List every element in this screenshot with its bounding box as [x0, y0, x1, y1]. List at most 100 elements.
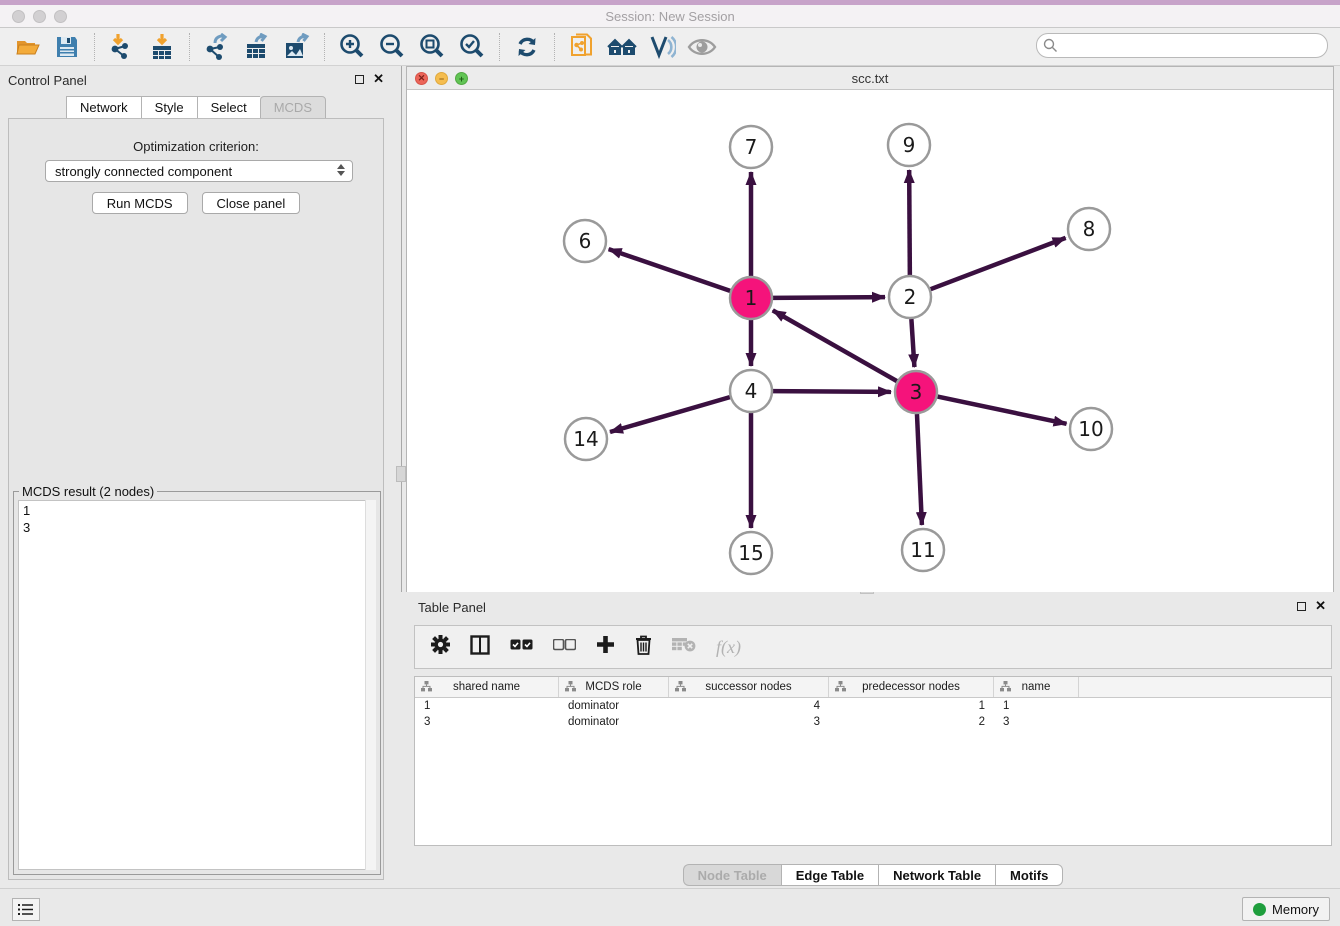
close-panel-button[interactable]: Close panel	[202, 192, 301, 214]
table-row[interactable]: 3dominator323	[415, 714, 1331, 730]
search-field-wrapper	[1036, 33, 1328, 58]
node-table: shared name MCDS role successor nodes prede…	[414, 676, 1332, 846]
window-titlebar: Session: New Session	[0, 5, 1340, 28]
export-image-icon[interactable]	[282, 32, 312, 62]
memory-button[interactable]: Memory	[1242, 897, 1330, 921]
float-table-panel-icon[interactable]	[1297, 602, 1306, 611]
cell-name[interactable]: 1	[994, 700, 1079, 712]
graph-node-label-8: 8	[1083, 217, 1096, 241]
zoom-selected-icon[interactable]	[457, 32, 487, 62]
graph-node-label-3: 3	[910, 380, 923, 404]
vertical-splitter-grip[interactable]	[396, 466, 406, 482]
show-graphics-details-eye-icon[interactable]	[687, 32, 717, 62]
tab-select[interactable]: Select	[197, 96, 260, 119]
column-label: MCDS role	[585, 681, 641, 693]
mcds-result-textarea[interactable]: 1 3	[18, 500, 376, 870]
graph-edge-3-10[interactable]	[938, 397, 1067, 424]
tab-motifs[interactable]: Motifs	[995, 864, 1063, 886]
close-panel-icon[interactable]: ✕	[373, 74, 384, 84]
table-row[interactable]: 1dominator411	[415, 698, 1331, 714]
column-label: name	[1022, 681, 1051, 693]
show-column-selector-icon[interactable]	[470, 635, 490, 660]
table-panel-title: Table Panel	[418, 600, 486, 615]
tab-node-table[interactable]: Node Table	[683, 864, 781, 886]
zoom-in-icon[interactable]	[337, 32, 367, 62]
column-label: predecessor nodes	[862, 681, 960, 693]
create-column-plus-icon[interactable]	[596, 635, 615, 659]
optimization-criterion-value: strongly connected component	[55, 164, 232, 179]
delete-column-trash-icon[interactable]	[635, 635, 652, 660]
export-network-icon[interactable]	[202, 32, 232, 62]
graph-node-label-1: 1	[745, 286, 758, 310]
graph-edge-2-9[interactable]	[909, 170, 910, 275]
graph-edge-3-11[interactable]	[917, 414, 922, 525]
cell-predecessor-nodes[interactable]: 1	[829, 700, 994, 712]
cell-shared-name[interactable]: 3	[415, 716, 559, 728]
refresh-layout-icon[interactable]	[512, 32, 542, 62]
export-table-icon[interactable]	[242, 32, 272, 62]
import-table-icon[interactable]	[147, 32, 177, 62]
table-header-row: shared name MCDS role successor nodes prede…	[415, 677, 1331, 698]
task-history-button[interactable]	[12, 898, 40, 921]
graph-edge-4-14[interactable]	[610, 397, 730, 432]
column-header-shared-name[interactable]: shared name	[415, 677, 559, 697]
graph-edge-2-8[interactable]	[931, 238, 1066, 289]
cell-successor-nodes[interactable]: 3	[669, 716, 829, 728]
graph-node-label-11: 11	[910, 538, 935, 562]
network-canvas-svg[interactable]: 7968124314101511	[407, 90, 1333, 592]
tab-mcds[interactable]: MCDS	[260, 96, 326, 119]
cell-mcds-role[interactable]: dominator	[559, 716, 669, 728]
graph-edge-2-3[interactable]	[911, 319, 914, 367]
hide-graphics-details-icon[interactable]	[647, 32, 677, 62]
status-bar: Memory	[0, 888, 1340, 926]
network-window-titlebar[interactable]: ✕ − + scc.txt	[407, 67, 1333, 90]
tab-network-table[interactable]: Network Table	[878, 864, 995, 886]
graph-edge-1-6[interactable]	[609, 249, 731, 291]
cell-successor-nodes[interactable]: 4	[669, 700, 829, 712]
run-mcds-button[interactable]: Run MCDS	[92, 192, 188, 214]
cell-predecessor-nodes[interactable]: 2	[829, 716, 994, 728]
clone-network-icon[interactable]	[567, 32, 597, 62]
network-view-window: ✕ − + scc.txt 7968124314101511	[406, 66, 1334, 592]
tab-edge-table[interactable]: Edge Table	[781, 864, 878, 886]
result-scrollbar[interactable]	[365, 500, 376, 870]
save-session-icon[interactable]	[52, 32, 82, 62]
application-window: Session: New Session	[0, 0, 1340, 926]
cell-name[interactable]: 3	[994, 716, 1079, 728]
import-network-icon[interactable]	[107, 32, 137, 62]
zoom-fit-icon[interactable]	[417, 32, 447, 62]
hierarchy-icon	[565, 681, 576, 695]
control-panel-tabs: NetworkStyleSelectMCDS	[0, 96, 392, 119]
tab-network[interactable]: Network	[66, 96, 141, 119]
network-window-title: scc.txt	[407, 71, 1333, 86]
graph-edge-1-2[interactable]	[773, 297, 885, 298]
column-label: successor nodes	[705, 681, 791, 693]
search-input[interactable]	[1036, 33, 1328, 58]
column-header-filler	[1079, 677, 1331, 697]
float-panel-icon[interactable]	[355, 75, 364, 84]
cell-mcds-role[interactable]: dominator	[559, 700, 669, 712]
select-all-columns-icon[interactable]	[510, 638, 533, 656]
deselect-all-columns-icon[interactable]	[553, 638, 576, 656]
graph-edge-3-1[interactable]	[773, 310, 897, 381]
close-table-panel-icon[interactable]: ✕	[1315, 601, 1326, 611]
column-header-name[interactable]: name	[994, 677, 1079, 697]
search-icon	[1043, 38, 1058, 53]
mcds-tab-content: Optimization criterion: strongly connect…	[8, 118, 384, 880]
tab-style[interactable]: Style	[141, 96, 197, 119]
open-file-icon[interactable]	[12, 32, 42, 62]
control-panel: Control Panel ✕ NetworkStyleSelectMCDS O…	[0, 66, 392, 888]
optimization-criterion-select[interactable]: strongly connected component	[45, 160, 353, 182]
graph-edge-4-3[interactable]	[773, 391, 891, 392]
first-neighbors-icon[interactable]	[607, 32, 637, 62]
mcds-result-fieldset: MCDS result (2 nodes) 1 3	[13, 491, 381, 875]
cell-shared-name[interactable]: 1	[415, 700, 559, 712]
column-header-successor-nodes[interactable]: successor nodes	[669, 677, 829, 697]
column-header-mcds-role[interactable]: MCDS role	[559, 677, 669, 697]
delete-table-icon	[672, 637, 696, 657]
vertical-splitter[interactable]	[401, 66, 402, 592]
table-settings-gear-icon[interactable]	[431, 635, 450, 659]
column-header-predecessor-nodes[interactable]: predecessor nodes	[829, 677, 994, 697]
zoom-out-icon[interactable]	[377, 32, 407, 62]
table-toolbar: f(x)	[414, 625, 1332, 669]
